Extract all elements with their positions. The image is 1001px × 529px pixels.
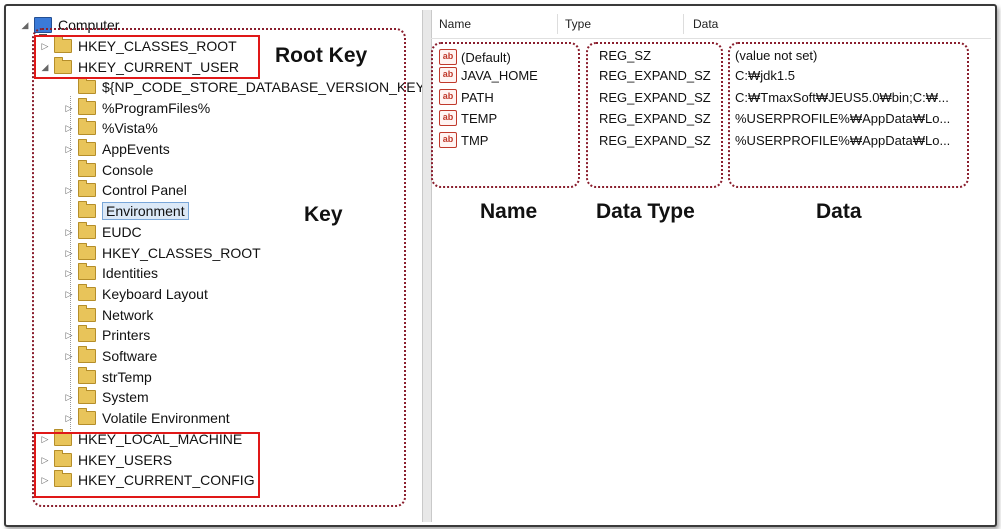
column-separator[interactable] [557,14,558,34]
annotation-name: Name [480,200,538,223]
column-header-type[interactable]: Type [565,12,591,36]
annotation-data: Data [816,200,862,223]
annotation-data-type: Data Type [596,200,695,223]
root-key-highlight-box [34,35,260,79]
column-header-name[interactable]: Name [439,12,471,36]
type-dotted-outline [586,42,723,188]
collapse-icon[interactable]: ◢ [20,20,30,31]
root-key-highlight-box-bottom [34,432,260,498]
annotation-root-key: Root Key [275,44,368,67]
annotation-key: Key [304,203,343,226]
column-separator[interactable] [683,14,684,34]
column-header-data[interactable]: Data [693,12,718,36]
name-dotted-outline [431,42,580,188]
header-divider [431,38,991,39]
data-dotted-outline [728,42,969,188]
